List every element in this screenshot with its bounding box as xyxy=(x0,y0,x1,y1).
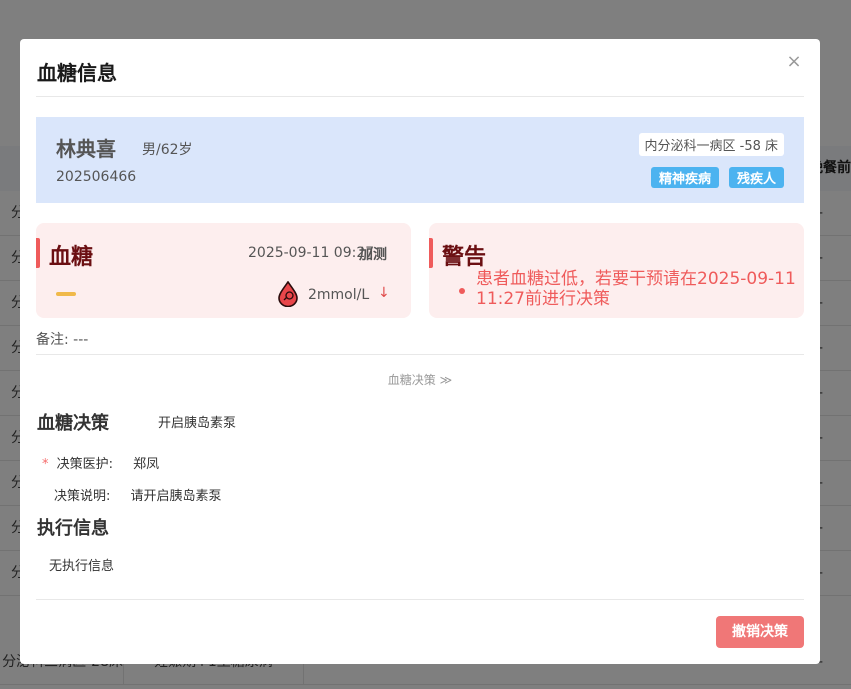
decision-action: 开启胰岛素泵 xyxy=(158,416,237,431)
blood-drop-icon xyxy=(278,281,298,307)
patient-gender-age: 男/62岁 xyxy=(142,142,193,158)
patient-tags: 精神疾病 残疾人 xyxy=(650,167,784,188)
divider xyxy=(36,599,804,600)
decision-section-title: 血糖决策 xyxy=(37,413,109,434)
glucose-card: 血糖 2025-09-11 09:27 加测 2mmol/L ↓ xyxy=(36,223,411,318)
decision-desc-label: 决策说明: xyxy=(54,489,111,504)
divider xyxy=(36,96,804,97)
remark: 备注: --- xyxy=(36,329,88,349)
close-icon[interactable]: × xyxy=(784,52,804,72)
decision-collapse-toggle[interactable]: 血糖决策 ≫ xyxy=(20,371,820,388)
arrow-down-icon: ↓ xyxy=(378,285,390,301)
tag-disabled: 残疾人 xyxy=(728,167,784,188)
warning-bullet xyxy=(459,288,465,294)
warning-card-title: 警告 xyxy=(442,245,487,270)
warning-message: 患者血糖过低，若要干预请在2025-09-11 11:27前进行决策 xyxy=(476,269,796,309)
remark-value: --- xyxy=(73,332,89,348)
modal-title: 血糖信息 xyxy=(37,61,117,85)
warning-card: 警告 患者血糖过低，若要干预请在2025-09-11 11:27前进行决策 xyxy=(429,223,804,318)
remark-label: 备注: xyxy=(36,332,69,348)
divider xyxy=(36,354,804,355)
execution-section-title: 执行信息 xyxy=(37,518,109,539)
patient-name: 林典喜 xyxy=(56,137,116,161)
decision-desc-value: 请开启胰岛素泵 xyxy=(130,489,222,504)
glucose-info-modal: 血糖信息 × 林典喜 男/62岁 202506466 内分泌科一病区 -58 床… xyxy=(20,39,820,664)
glucose-measure-type: 加测 xyxy=(359,247,387,263)
decision-nurse-field: * 决策医护: 郑凤 xyxy=(42,453,159,472)
decision-nurse-value: 郑凤 xyxy=(133,457,160,472)
execution-empty-text: 无执行信息 xyxy=(49,559,115,574)
decision-nurse-label: 决策医护: xyxy=(56,457,114,472)
glucose-value: 2mmol/L xyxy=(308,287,370,303)
tag-mental-illness: 精神疾病 xyxy=(650,167,719,188)
decision-desc-field: 决策说明: 请开启胰岛素泵 xyxy=(54,485,222,504)
card-accent-bar xyxy=(36,238,40,268)
level-indicator xyxy=(56,292,76,296)
revoke-decision-button[interactable]: 撤销决策 xyxy=(716,616,804,648)
ward-bed-badge: 内分泌科一病区 -58 床 xyxy=(638,133,784,156)
glucose-time: 2025-09-11 09:27 xyxy=(248,245,375,261)
required-asterisk: * xyxy=(42,457,49,472)
patient-banner: 林典喜 男/62岁 202506466 内分泌科一病区 -58 床 精神疾病 残… xyxy=(36,117,804,203)
glucose-card-title: 血糖 xyxy=(49,245,94,270)
patient-id: 202506466 xyxy=(56,169,137,185)
card-accent-bar xyxy=(429,238,433,268)
